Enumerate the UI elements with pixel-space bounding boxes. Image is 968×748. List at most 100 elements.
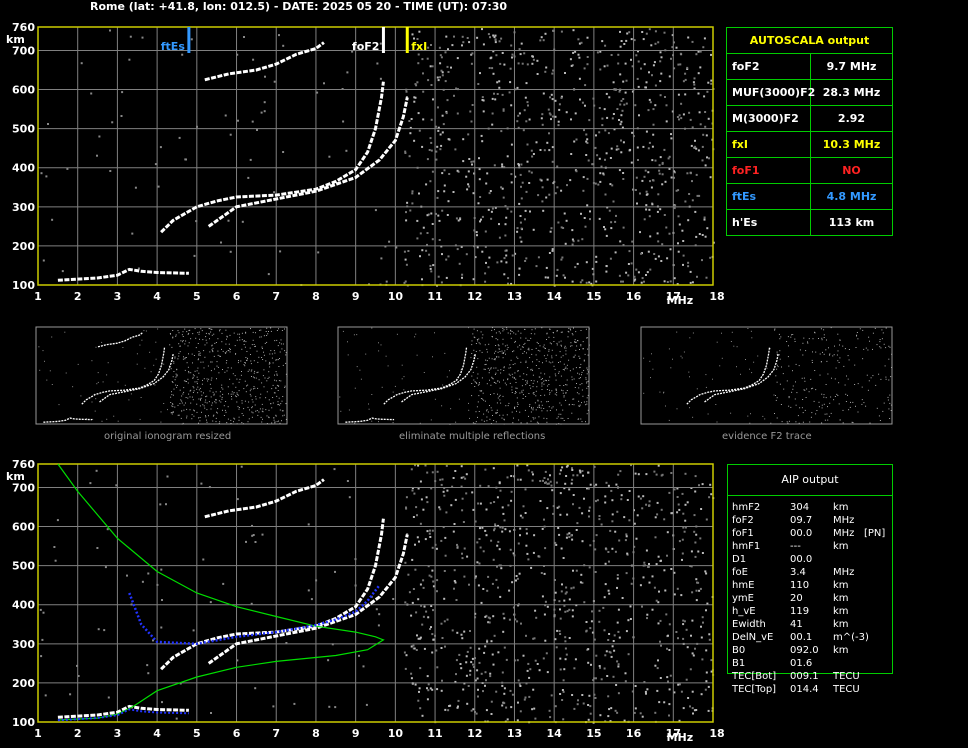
- aip-row-unit: km: [833, 606, 849, 617]
- autoscala-row-label: MUF(3000)F2: [727, 80, 815, 105]
- aip-row-key: foF2: [732, 515, 754, 526]
- x-tick-label: 13: [507, 727, 522, 740]
- aip-row-hme: hmE 110 km: [732, 579, 932, 592]
- x-tick-label: 6: [233, 727, 241, 740]
- autoscala-row-fof1: foF1 NO: [727, 158, 892, 184]
- y-tick-label: 700: [12, 44, 35, 57]
- autoscala-output-panel: AUTOSCALA output foF2 9.7 MHz MUF(3000)F2 2…: [726, 27, 893, 236]
- aip-row-value: 110: [790, 580, 810, 591]
- aip-row-b0: B0 092.0 km: [732, 644, 932, 657]
- marker-ftes-label: ftEs: [161, 40, 186, 53]
- aip-row-fof1: foF1 00.0 MHz [PN]: [732, 527, 932, 540]
- autoscala-row-value: 113 km: [828, 216, 875, 229]
- x-tick-label: 10: [388, 727, 404, 740]
- y-axis-unit: km: [6, 33, 25, 46]
- aip-row-key: D1: [732, 554, 747, 565]
- x-tick-label: 18: [709, 727, 724, 740]
- noise-dots: [39, 464, 715, 724]
- autoscala-row-value: 2.92: [837, 112, 866, 125]
- aip-row-unit: TECU: [833, 684, 860, 695]
- x-tick-label: 1: [34, 290, 42, 303]
- x-tick-label: 18: [709, 290, 724, 303]
- autoscala-row-value: 4.8 MHz: [826, 190, 877, 203]
- autoscala-row-label: foF2: [727, 54, 811, 79]
- x-tick-label: 3: [114, 727, 122, 740]
- aip-row-key: B0: [732, 645, 746, 656]
- autoscala-row-m-3000-f2: M(3000)F2 2.92: [727, 106, 892, 132]
- marker-fxi-label: fxI: [411, 40, 427, 53]
- thumbnail-caption-eliminate: eliminate multiple reflections: [399, 431, 546, 442]
- aip-row-key: h_vE: [732, 606, 756, 617]
- aip-row-yme: ymE 20 km: [732, 592, 932, 605]
- trace-f2-trace-o-: [160, 518, 385, 671]
- x-tick-label: 7: [272, 290, 280, 303]
- aip-row-key: ymE: [732, 593, 754, 604]
- aip-row-hmf2: hmF2 304 km: [732, 501, 932, 514]
- x-tick-label: 16: [626, 727, 642, 740]
- aip-row-unit: MHz: [833, 567, 855, 578]
- aip-row-unit: km: [833, 619, 849, 630]
- aip-row-value: 00.0: [790, 554, 813, 565]
- aip-row-value: 20: [790, 593, 803, 604]
- aip-row-b1: B1 01.6: [732, 657, 932, 670]
- x-tick-label: 4: [153, 727, 161, 740]
- autoscala-row-label: M(3000)F2: [727, 106, 811, 131]
- y-tick-label: 600: [12, 84, 35, 97]
- autoscala-row-muf-3000-f2: MUF(3000)F2 28.3 MHz: [727, 80, 892, 106]
- aip-row-d1: D1 00.0: [732, 553, 932, 566]
- x-tick-label: 2: [74, 290, 82, 303]
- aip-fitted-trace: [128, 584, 381, 646]
- x-tick-label: 11: [427, 727, 442, 740]
- autoscala-row-fof2: foF2 9.7 MHz: [727, 54, 892, 80]
- aip-row-key: B1: [732, 658, 746, 669]
- autoscala-row-h-es: h'Es 113 km: [727, 210, 892, 235]
- aip-row-fof2: foF2 09.7 MHz: [732, 514, 932, 527]
- x-tick-label: 2: [74, 727, 82, 740]
- y-tick-label: 100: [12, 716, 35, 729]
- aip-row-key: foF1: [732, 528, 754, 539]
- y-tick-label: 300: [12, 201, 35, 214]
- x-tick-label: 9: [352, 727, 360, 740]
- y-tick-label: 700: [12, 481, 35, 494]
- aip-row-key: hmF1: [732, 541, 761, 552]
- trace-second-hop: [204, 478, 325, 519]
- autoscala-row-fxi: fxI 10.3 MHz: [727, 132, 892, 158]
- aip-row-key: TEC[Top]: [732, 684, 777, 695]
- y-tick-label: 400: [12, 162, 35, 175]
- top-ionogram: 1 2 3 4 5 6 7 8 9 10 11 12 13 14 15 16 17 18MHz1002003004…: [6, 21, 725, 307]
- aip-row-value: 3.4: [790, 567, 806, 578]
- aip-row-value: ---: [790, 541, 801, 552]
- autoscala-row-label: foF1: [727, 158, 811, 183]
- x-tick-label: 7: [272, 727, 280, 740]
- aip-row-tec-bot-: TEC[Bot] 009.1 TECU: [732, 670, 932, 683]
- aip-output-panel: AIP output hmF2 304 km foF2 09.7 MHz foF1 00.0 M…: [727, 464, 893, 695]
- aip-title: AIP output: [728, 465, 892, 496]
- aip-row-h-ve: h_vE 119 km: [732, 605, 932, 618]
- y-tick-label: 200: [12, 677, 35, 690]
- bottom-ionogram: 1 2 3 4 5 6 7 8 9 10 11 12 13 14 15 16 17 18MHz1002003004…: [6, 458, 725, 744]
- autoscala-row-label: fxI: [727, 132, 811, 157]
- marker-fof2-label: foF2: [352, 40, 380, 53]
- x-tick-label: 13: [507, 290, 522, 303]
- x-tick-label: 9: [352, 290, 360, 303]
- x-tick-label: 5: [193, 290, 201, 303]
- x-tick-label: 15: [586, 290, 601, 303]
- x-tick-label: 11: [427, 290, 442, 303]
- aip-row-ewidth: Ewidth 41 km: [732, 618, 932, 631]
- trace-second-hop: [204, 41, 325, 82]
- autoscala-row-value: 9.7 MHz: [826, 60, 877, 73]
- grid: [37, 463, 714, 723]
- autoscala-row-value: 28.3 MHz: [822, 86, 881, 99]
- aip-row-unit: km: [833, 645, 849, 656]
- aip-row-value: 119: [790, 606, 810, 617]
- x-tick-label: 10: [388, 290, 404, 303]
- y-tick-label: 500: [12, 123, 35, 136]
- noise-dots: [40, 28, 715, 287]
- x-tick-label: 4: [153, 290, 161, 303]
- autoscala-row-ftes: ftEs 4.8 MHz: [727, 184, 892, 210]
- aip-row-value: 092.0: [790, 645, 819, 656]
- x-tick-label: 8: [312, 727, 320, 740]
- aip-row-key: DelN_vE: [732, 632, 774, 643]
- y-tick-label: 200: [12, 240, 35, 253]
- thumbnail-1: [337, 326, 590, 425]
